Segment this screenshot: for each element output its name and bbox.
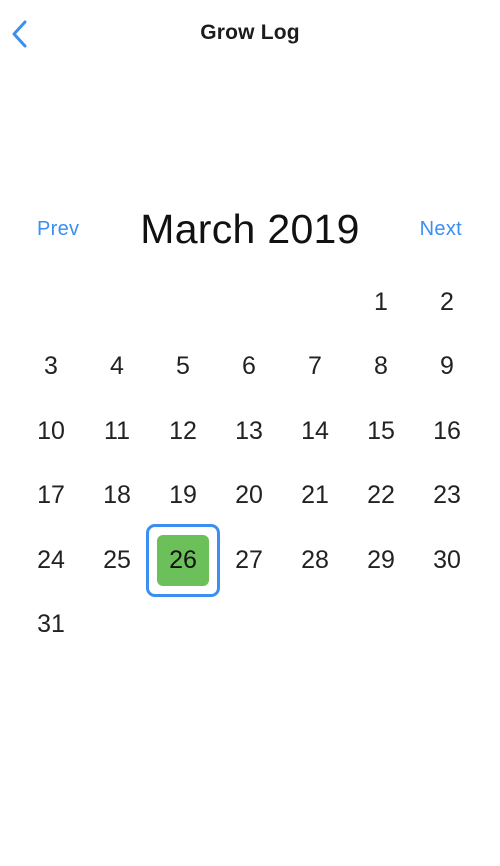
day-number: 28: [301, 545, 329, 574]
day-number: 23: [433, 481, 461, 510]
day-cell-5[interactable]: 5: [150, 335, 216, 400]
day-cell-8[interactable]: 8: [348, 335, 414, 400]
day-cell-7[interactable]: 7: [282, 335, 348, 400]
day-cell-29[interactable]: 29: [348, 528, 414, 593]
day-cell-19[interactable]: 19: [150, 464, 216, 529]
day-number: 15: [367, 416, 395, 445]
page-title: Grow Log: [200, 21, 300, 44]
day-cell-empty: [84, 270, 150, 335]
day-cell-16[interactable]: 16: [414, 399, 480, 464]
day-cell-14[interactable]: 14: [282, 399, 348, 464]
day-cell-6[interactable]: 6: [216, 335, 282, 400]
day-cell-10[interactable]: 10: [18, 399, 84, 464]
day-cell-3[interactable]: 3: [18, 335, 84, 400]
day-number: 8: [374, 352, 388, 381]
day-number: 31: [37, 610, 65, 639]
day-number: 29: [367, 545, 395, 574]
day-cell-empty: [18, 270, 84, 335]
day-number: 25: [103, 545, 131, 574]
day-number: 3: [44, 352, 58, 381]
day-number: 9: [440, 352, 454, 381]
day-number: 22: [367, 481, 395, 510]
day-cell-24[interactable]: 24: [18, 528, 84, 593]
calendar-header: Prev March 2019 Next: [0, 200, 500, 260]
day-cell-20[interactable]: 20: [216, 464, 282, 529]
day-cell-26[interactable]: 26: [146, 524, 220, 597]
navigation-bar: Grow Log: [0, 0, 500, 68]
day-cell-2[interactable]: 2: [414, 270, 480, 335]
day-cell-15[interactable]: 15: [348, 399, 414, 464]
day-cell-11[interactable]: 11: [84, 399, 150, 464]
day-cell-31[interactable]: 31: [18, 593, 84, 658]
day-number: 12: [169, 416, 197, 445]
day-cell-empty: [216, 270, 282, 335]
day-cell-9[interactable]: 9: [414, 335, 480, 400]
day-number: 21: [301, 481, 329, 510]
day-cell-empty: [282, 270, 348, 335]
day-number: 17: [37, 481, 65, 510]
day-number: 1: [374, 287, 388, 316]
day-cell-25[interactable]: 25: [84, 528, 150, 593]
day-number: 11: [104, 416, 130, 445]
day-number: 4: [110, 352, 124, 381]
day-number: 6: [242, 352, 256, 381]
day-cell-27[interactable]: 27: [216, 528, 282, 593]
day-number: 18: [103, 481, 131, 510]
day-cell-1[interactable]: 1: [348, 270, 414, 335]
day-cell-17[interactable]: 17: [18, 464, 84, 529]
day-cell-13[interactable]: 13: [216, 399, 282, 464]
day-cell-22[interactable]: 22: [348, 464, 414, 529]
day-cell-12[interactable]: 12: [150, 399, 216, 464]
day-cell-23[interactable]: 23: [414, 464, 480, 529]
day-number: 24: [37, 545, 65, 574]
day-number: 26: [169, 545, 197, 574]
day-number: 27: [235, 545, 263, 574]
day-number: 5: [176, 352, 190, 381]
day-number: 20: [235, 481, 263, 510]
day-cell-empty: [150, 270, 216, 335]
next-month-button[interactable]: Next: [420, 218, 462, 241]
calendar-days-grid: 1 2 3 4 5 6 7 8 9 10 11 12 13 14 15 16 17 18 19 20 21 22 23 24 2…: [18, 270, 480, 657]
day-number: 14: [301, 416, 329, 445]
day-cell-30[interactable]: 30: [414, 528, 480, 593]
day-cell-28[interactable]: 28: [282, 528, 348, 593]
day-cell-4[interactable]: 4: [84, 335, 150, 400]
day-number: 2: [440, 287, 454, 316]
day-cell-18[interactable]: 18: [84, 464, 150, 529]
day-number: 30: [433, 545, 461, 574]
day-number: 16: [433, 416, 461, 445]
day-number: 10: [37, 416, 65, 445]
day-number: 13: [235, 416, 263, 445]
day-number: 19: [169, 481, 197, 510]
day-number: 7: [308, 352, 322, 381]
day-cell-21[interactable]: 21: [282, 464, 348, 529]
